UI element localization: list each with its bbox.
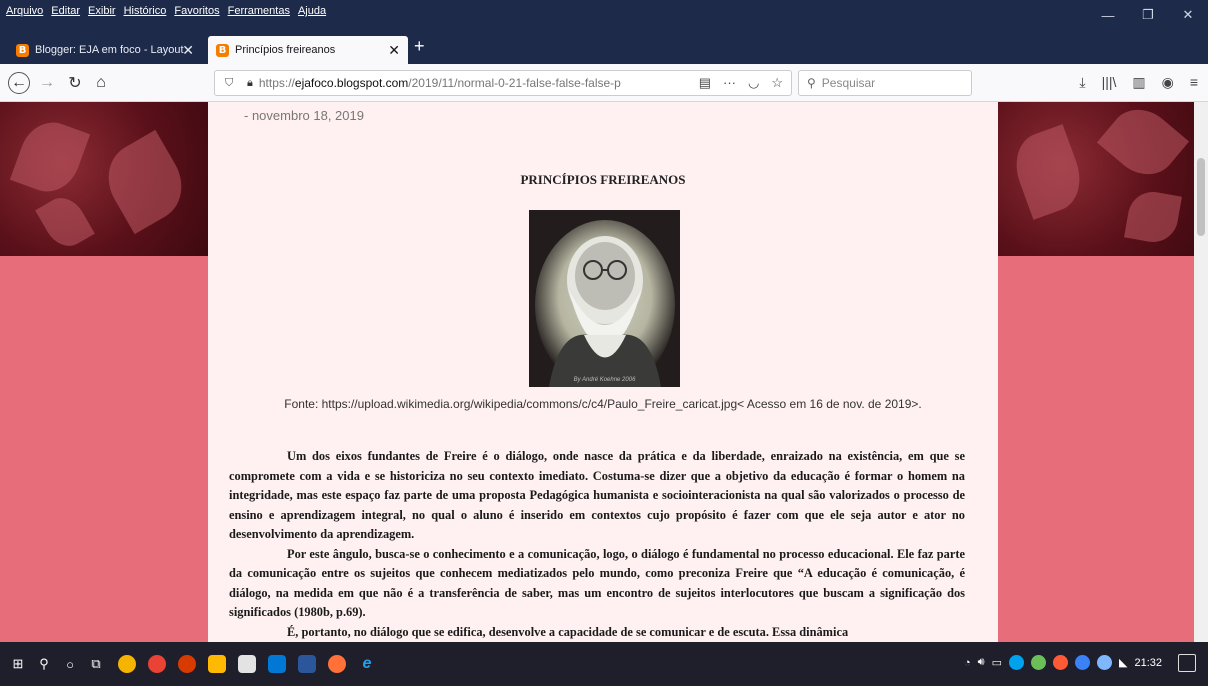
library-icon[interactable]: |||\ (1102, 74, 1117, 91)
download-icon[interactable]: ⤓ (1079, 74, 1085, 91)
url-text[interactable]: https://ejafoco.blogspot.com/2019/11/nor… (259, 76, 659, 90)
reader-view-icon[interactable]: ▤ (699, 75, 711, 91)
menu-list: Arquivo Editar Exibir Histórico Favorito… (6, 5, 326, 17)
post-body: Um dos eixos fundantes de Freire é o diá… (229, 447, 965, 642)
tray-app-icon[interactable] (1075, 655, 1090, 670)
tray-app-icon[interactable] (1053, 655, 1068, 670)
background-floral-right (998, 102, 1208, 256)
search-placeholder: Pesquisar (821, 76, 876, 90)
account-icon[interactable]: ◉ (1162, 74, 1174, 91)
tray-app-icon[interactable] (1009, 655, 1024, 670)
paragraph: É, portanto, no diálogo que se edifica, … (287, 624, 849, 639)
windows-start-icon[interactable]: ⊞ (8, 654, 28, 674)
image-caption: Fonte: https://upload.wikimedia.org/wiki… (284, 397, 922, 411)
internet-explorer-icon[interactable]: e (358, 655, 376, 673)
menu-favoritos[interactable]: Favoritos (174, 5, 219, 17)
menu-historico[interactable]: Histórico (124, 5, 167, 17)
outlook-icon[interactable] (268, 655, 286, 673)
notification-center-icon[interactable] (1178, 654, 1196, 672)
menu-bar: Arquivo Editar Exibir Histórico Favorito… (0, 0, 1208, 30)
firefox-icon[interactable] (328, 655, 346, 673)
clock[interactable]: 21:32 (1134, 657, 1162, 669)
close-tab-icon[interactable]: ✕ (388, 42, 400, 59)
wifi-icon[interactable]: ◣ (1119, 656, 1127, 669)
more-actions-icon[interactable]: ··· (723, 75, 736, 91)
blogger-icon: B (216, 43, 229, 57)
back-icon[interactable]: ← (8, 72, 30, 94)
page-viewport: - novembro 18, 2019 PRINCÍPIOS FREIREANO… (0, 102, 1208, 642)
shield-icon[interactable]: ⛉ (225, 77, 237, 90)
battery-icon[interactable]: ▭ (992, 656, 1002, 669)
network-icon[interactable]: ◔ (964, 657, 971, 669)
tab-title: Princípios freireanos (235, 44, 336, 56)
menu-exibir[interactable]: Exibir (88, 5, 116, 17)
post-title: PRINCÍPIOS FREIREANOS (520, 172, 686, 187)
tray-app-icon[interactable] (1097, 655, 1112, 670)
image-signature: By André Koehne 2006 (573, 377, 636, 383)
scrollbar-thumb[interactable] (1197, 158, 1205, 236)
menu-ferramentas[interactable]: Ferramentas (228, 5, 290, 17)
search-icon: ⚲ (807, 76, 816, 90)
system-tray: ◔ 🔊︎ ▭ ◣ 21:32 (964, 655, 1162, 670)
menu-arquivo[interactable]: Arquivo (6, 5, 43, 17)
toolbar-icons: ⤓ |||\ ▥ ◉ ≡ (1079, 74, 1198, 91)
file-explorer-icon[interactable] (208, 655, 226, 673)
new-tab-icon[interactable]: + (414, 36, 425, 57)
chrome-icon[interactable] (118, 655, 136, 673)
pocket-icon[interactable]: ◡ (748, 75, 759, 91)
sidebar-icon[interactable]: ▥ (1132, 74, 1145, 91)
tab-title: Blogger: EJA em foco - Layout (35, 44, 184, 56)
paragraph: Um dos eixos fundantes de Freire é o diá… (229, 449, 965, 541)
post-date[interactable]: - novembro 18, 2019 (244, 108, 364, 123)
taskbar-search-icon[interactable]: ⚲ (34, 654, 54, 674)
restore-icon[interactable]: ❐ (1128, 0, 1168, 30)
lock-icon[interactable]: 🔒︎ (247, 77, 253, 90)
chrome-canary-icon[interactable] (148, 655, 166, 673)
menu-ajuda[interactable]: Ajuda (298, 5, 326, 17)
background-floral-left (0, 102, 208, 256)
store-icon[interactable] (238, 655, 256, 673)
word-icon[interactable] (298, 655, 316, 673)
navigation-bar: ← → ↻ ⌂ ⛉ 🔒︎ https://ejafoco.blogspot.co… (0, 64, 1208, 102)
blog-post: - novembro 18, 2019 PRINCÍPIOS FREIREANO… (208, 102, 998, 642)
blogger-icon: B (16, 43, 29, 57)
forward-icon[interactable]: → (36, 72, 58, 94)
close-tab-icon[interactable]: ✕ (182, 42, 194, 59)
minimize-icon[interactable]: — (1088, 0, 1128, 30)
url-actions: ▤ ··· ◡ ☆ (699, 75, 783, 91)
tab-blogger-layout[interactable]: B Blogger: EJA em foco - Layout ✕ (8, 36, 202, 64)
tray-app-icon[interactable] (1031, 655, 1046, 670)
paragraph: Por este ângulo, busca-se o conhecimento… (229, 546, 965, 620)
bookmark-star-icon[interactable]: ☆ (771, 75, 783, 91)
search-box[interactable]: ⚲ Pesquisar (798, 70, 972, 96)
home-icon[interactable]: ⌂ (90, 72, 112, 94)
window-controls: — ❐ ✕ (1088, 0, 1208, 30)
windows-taskbar: ⊞ ⚲ ○ ⧉ e ◔ 🔊︎ ▭ ◣ 21:32 (0, 642, 1208, 686)
close-window-icon[interactable]: ✕ (1168, 0, 1208, 30)
address-bar[interactable]: ⛉ 🔒︎ https://ejafoco.blogspot.com/2019/1… (214, 70, 792, 96)
tab-principios-freireanos[interactable]: B Princípios freireanos ✕ (208, 36, 408, 64)
menu-icon[interactable]: ≡ (1190, 74, 1198, 91)
paulo-freire-caricature-image[interactable]: By André Koehne 2006 (529, 210, 680, 387)
menu-editar[interactable]: Editar (51, 5, 80, 17)
tab-bar: B Blogger: EJA em foco - Layout ✕ B Prin… (0, 30, 1208, 64)
task-view-icon[interactable]: ⧉ (86, 654, 106, 674)
reload-icon[interactable]: ↻ (64, 72, 86, 94)
volume-icon[interactable]: 🔊︎ (978, 656, 985, 669)
powerpoint-icon[interactable] (178, 655, 196, 673)
cortana-icon[interactable]: ○ (60, 654, 80, 674)
